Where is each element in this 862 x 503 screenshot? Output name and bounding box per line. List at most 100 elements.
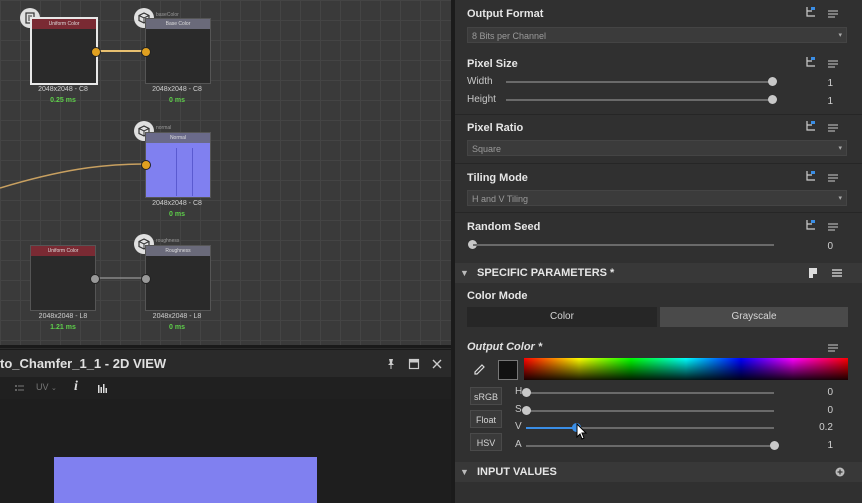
node-size-label: 2048x2048 - C8 <box>152 86 202 93</box>
node-time-label: 0 ms <box>169 211 185 218</box>
width-slider-knob[interactable] <box>768 77 777 86</box>
link-icon[interactable] <box>804 55 818 69</box>
pixel-ratio-value: Square <box>472 144 502 154</box>
channel-slider-knob[interactable] <box>522 388 531 397</box>
eyedropper-icon[interactable] <box>472 363 486 377</box>
channel-label: S <box>515 404 522 415</box>
menu-icon[interactable] <box>830 266 844 280</box>
chevron-down-icon: ▾ <box>838 145 842 152</box>
output-format-dropdown[interactable]: 8 Bits per Channel ▾ <box>467 27 847 43</box>
node-preview <box>146 143 210 197</box>
channel-label: A <box>515 439 522 450</box>
channel-value: 1 <box>827 440 833 451</box>
menu-icon[interactable] <box>826 121 840 135</box>
node-id: roughness <box>156 238 180 244</box>
menu-icon[interactable] <box>826 220 840 234</box>
menu-icon[interactable] <box>826 171 840 185</box>
width-slider[interactable] <box>506 81 774 83</box>
node-preview <box>146 256 210 310</box>
link-icon[interactable] <box>804 218 818 232</box>
link-icon[interactable] <box>804 119 818 133</box>
input-port[interactable] <box>141 160 151 170</box>
color-swatch[interactable] <box>498 360 518 380</box>
node-roughness[interactable]: Roughness <box>145 245 211 311</box>
channel-label: V <box>515 421 522 432</box>
pixel-ratio-dropdown[interactable]: Square ▾ <box>467 140 847 156</box>
texture-preview <box>54 457 317 503</box>
node-preview <box>32 29 96 83</box>
info-icon[interactable]: i <box>74 379 78 395</box>
node-normal[interactable]: Normal <box>145 132 211 198</box>
channels-icon[interactable] <box>12 381 26 395</box>
node-uniform-color-gray[interactable]: Uniform Color <box>30 245 96 311</box>
menu-icon[interactable] <box>826 7 840 21</box>
maximize-icon[interactable] <box>407 357 421 371</box>
node-title: Uniform Color <box>31 246 95 256</box>
height-slider[interactable] <box>506 99 774 101</box>
width-label: Width <box>467 76 493 87</box>
chevron-down-icon: ▾ <box>838 32 842 39</box>
node-uniform-color[interactable]: Uniform Color <box>30 17 98 85</box>
height-label: Height <box>467 94 496 105</box>
input-port[interactable] <box>141 47 151 57</box>
node-size-label: 2048x2048 - C8 <box>152 200 202 207</box>
view-2d-canvas[interactable] <box>0 399 451 503</box>
node-title: Roughness <box>146 246 210 256</box>
color-mode-grayscale-button[interactable]: Grayscale <box>660 307 848 327</box>
mouse-cursor-icon <box>576 423 588 440</box>
histogram-icon[interactable] <box>96 381 110 395</box>
input-port[interactable] <box>141 274 151 284</box>
view-2d-toolbar: UV ⌄ i <box>0 377 451 399</box>
view-2d-title: to_Chamfer_1_1 - 2D VIEW <box>0 356 167 371</box>
channel-value: 0.2 <box>819 422 833 433</box>
node-base-color[interactable]: Base Color <box>145 18 211 84</box>
uv-dropdown[interactable]: UV ⌄ <box>36 382 57 392</box>
chevron-down-icon: ▼ <box>460 467 469 477</box>
pin-icon[interactable] <box>384 357 398 371</box>
node-title: Base Color <box>146 19 210 29</box>
tiling-mode-label: Tiling Mode <box>467 172 528 184</box>
menu-icon[interactable] <box>826 57 840 71</box>
random-seed-slider[interactable] <box>473 244 774 246</box>
node-title: Normal <box>146 133 210 143</box>
link-icon[interactable] <box>804 5 818 19</box>
output-port[interactable] <box>91 47 101 57</box>
random-seed-value: 0 <box>827 241 833 252</box>
channel-slider[interactable] <box>526 410 774 412</box>
input-values-header[interactable]: ▼ INPUT VALUES <box>455 462 862 482</box>
channel-slider[interactable] <box>526 445 774 447</box>
float-button[interactable]: Float <box>470 410 502 428</box>
preset-icon[interactable] <box>806 266 820 280</box>
uv-label: UV <box>36 382 49 392</box>
height-slider-knob[interactable] <box>768 95 777 104</box>
specific-parameters-header[interactable]: ▼ SPECIFIC PARAMETERS * <box>455 263 862 283</box>
tiling-mode-dropdown[interactable]: H and V Tiling ▾ <box>467 190 847 206</box>
output-port[interactable] <box>90 274 100 284</box>
channel-slider-fill <box>526 427 576 429</box>
channel-slider-knob[interactable] <box>770 441 779 450</box>
channel-value: 0 <box>827 387 833 398</box>
node-time-label: 1.21 ms <box>50 324 76 331</box>
node-time-label: 0.25 ms <box>50 97 76 104</box>
pixel-size-label: Pixel Size <box>467 58 518 70</box>
node-preview <box>146 29 210 83</box>
properties-panel: Output Format 8 Bits per Channel ▾ Pixel … <box>455 0 862 503</box>
channel-slider[interactable] <box>526 392 774 394</box>
node-size-label: 2048x2048 - C8 <box>38 86 88 93</box>
color-mode-color-button[interactable]: Color <box>467 307 657 327</box>
srgb-button[interactable]: sRGB <box>470 387 502 405</box>
node-graph[interactable]: Uniform Color 2048x2048 - C8 0.25 ms bas… <box>0 0 451 348</box>
tiling-mode-value: H and V Tiling <box>472 194 529 204</box>
close-icon[interactable] <box>430 357 444 371</box>
node-time-label: 0 ms <box>169 324 185 331</box>
add-icon[interactable] <box>833 465 847 479</box>
hsv-button[interactable]: HSV <box>470 433 502 451</box>
channel-slider-knob[interactable] <box>522 406 531 415</box>
view-2d-titlebar: to_Chamfer_1_1 - 2D VIEW <box>0 349 451 378</box>
menu-icon[interactable] <box>826 341 840 355</box>
link-icon[interactable] <box>804 169 818 183</box>
color-spectrum[interactable] <box>524 358 848 380</box>
output-format-label: Output Format <box>467 8 544 20</box>
node-size-label: 2048x2048 - L8 <box>38 313 88 320</box>
pixel-ratio-label: Pixel Ratio <box>467 122 524 134</box>
